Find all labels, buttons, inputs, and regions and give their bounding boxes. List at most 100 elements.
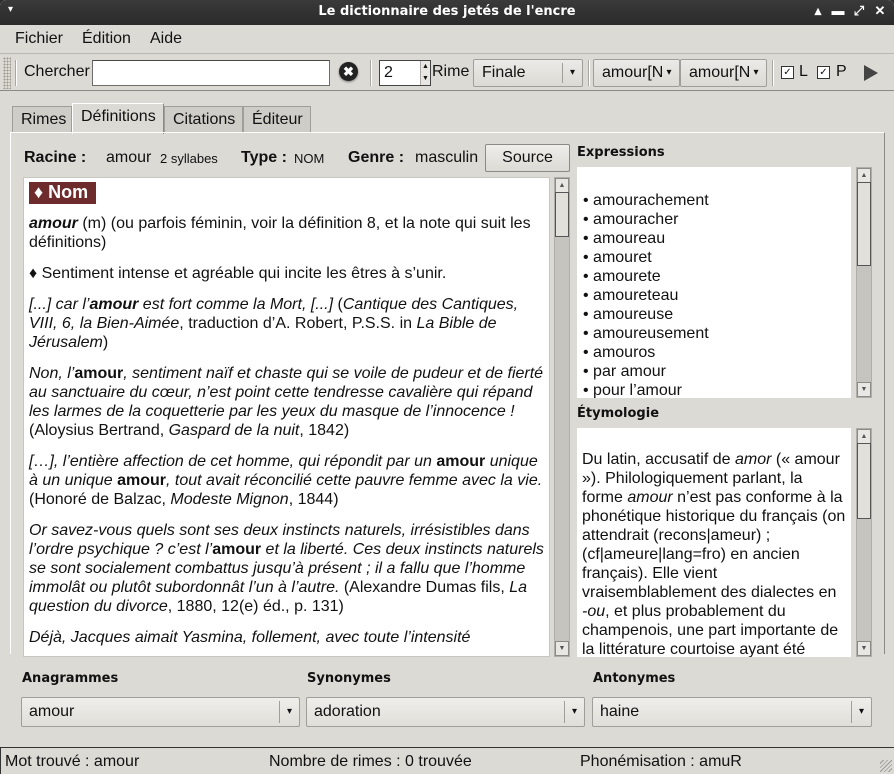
menu-edition[interactable]: Édition [82,30,131,48]
etymologie-text: Du latin, accusatif de amor (« amour »).… [582,451,846,657]
tab-rimes[interactable]: Rimes [12,106,72,133]
racine-label: Racine : [24,149,87,166]
etymologie-scrollbar[interactable]: ▲ ▼ [856,428,872,657]
word-select-2[interactable]: amour[N ▾ [680,59,767,87]
clear-search-icon[interactable]: ✖ [339,62,358,81]
genre-value: masculin [415,149,479,166]
checkbox-l[interactable]: ✓ [781,66,794,79]
app-window: ▾ Le dictionnaire des jetés de l'encre ▴… [0,0,894,774]
shade-icon[interactable]: ▴ [810,3,826,19]
expression-item[interactable]: • amouracher [583,210,845,229]
quote: [...] car l’amour est fort comme la Mort… [29,296,519,351]
expressions-list[interactable]: • amourachement • amouracher • amoureau • a… [577,167,851,398]
type-value: NOM [294,151,325,166]
checkbox-p-label: P [836,63,847,80]
synonymes-value: adoration [314,703,381,720]
toolbar: Chercher ✖ 2 ▲ ▼ Rime Finale ▾ amour[N ▾ … [0,53,894,91]
separator [15,60,17,86]
racine-value: amour [106,149,152,166]
chevron-down-icon: ▾ [279,701,299,723]
anagrammes-value: amour [29,703,75,720]
scroll-thumb[interactable] [857,443,871,519]
chevron-down-icon: ▾ [851,701,871,723]
separator [370,60,372,86]
etymologie-text-area[interactable]: Du latin, accusatif de amor (« amour »).… [577,428,851,657]
search-input[interactable] [92,60,330,86]
menu-bar: Fichier Édition Aide [0,25,894,53]
expression-item[interactable]: • amourete [583,267,845,286]
expression-item[interactable]: • amouros [583,343,845,362]
tab-label: Éditeur [252,111,303,128]
scroll-up-icon[interactable]: ▲ [857,168,871,183]
menu-fichier[interactable]: Fichier [15,30,63,48]
definition-text-area[interactable]: ♦ Nom amour (m) (ou parfois féminin, voi… [23,177,550,657]
stepper-arrows-icon[interactable]: ▲ ▼ [420,61,430,85]
word-select-1[interactable]: amour[N ▾ [593,59,680,87]
menu-aide[interactable]: Aide [150,30,182,48]
expression-item[interactable]: • pour l’amour [583,381,845,398]
status-bar: Mot trouvé : amour Nombre de rimes : 0 t… [0,747,894,774]
definition-sense: ♦ Sentiment intense et agréable qui inci… [29,265,447,282]
close-icon[interactable]: ✕ [872,3,888,19]
expression-item[interactable]: • amouret [583,248,845,267]
checkbox-p[interactable]: ✓ [817,66,830,79]
scroll-down-icon[interactable]: ▼ [555,641,569,656]
minimize-icon[interactable]: ▬ [830,3,846,18]
resize-grip-icon[interactable] [880,760,892,772]
expression-item[interactable]: • amoureusement [583,324,845,343]
quote: Déjà, Jacques aimait Yasmina, follement,… [29,629,471,646]
search-label: Chercher [24,63,90,80]
scroll-thumb[interactable] [555,192,569,237]
quote: Non, l’amour, sentiment naïf et chaste q… [29,365,544,439]
expression-item[interactable]: • amourachement [583,191,845,210]
antonymes-select[interactable]: haine ▾ [592,697,872,727]
tab-label: Citations [173,111,236,128]
tab-definitions[interactable]: Définitions [72,103,164,134]
word-select-1-value: amour[N [602,64,664,81]
toolbar-grip[interactable] [3,57,11,89]
maximize-icon[interactable]: ⤢ [851,3,867,19]
part-of-speech-badge: ♦ Nom [29,182,97,204]
chevron-down-icon: ▾ [562,63,582,83]
genre-label: Genre : [348,149,405,166]
syllable-count-stepper[interactable]: 2 ▲ ▼ [379,60,431,86]
scroll-thumb[interactable] [857,182,871,266]
quote: […], l’entière affection de cet homme, q… [29,453,543,508]
definition-scrollbar[interactable]: ▲ ▼ [554,177,570,657]
expression-item[interactable]: • amoureau [583,229,845,248]
definition-intro: amour (m) (ou parfois féminin, voir la d… [29,215,531,251]
word-select-2-value: amour[N [689,64,751,81]
expressions-title: Expressions [577,145,665,160]
window-title: Le dictionnaire des jetés de l'encre [318,4,576,19]
antonymes-title: Antonymes [593,671,676,686]
type-label: Type : [241,149,287,166]
scroll-up-icon[interactable]: ▲ [857,429,871,444]
expressions-scrollbar[interactable]: ▲ ▼ [856,167,872,398]
scroll-up-icon[interactable]: ▲ [555,178,569,193]
scroll-down-icon[interactable]: ▼ [857,641,871,656]
expression-item[interactable]: • amoureteau [583,286,845,305]
expression-item[interactable]: • amoureuse [583,305,845,324]
syllable-count: 2 syllabes [160,151,218,166]
etymologie-title: Étymologie [577,406,660,421]
status-rimes: Nombre de rimes : 0 trouvée [269,753,472,770]
status-phonemisation: Phonémisation : amuR [580,753,742,770]
anagrammes-title: Anagrammes [22,671,119,686]
scroll-down-icon[interactable]: ▼ [857,382,871,397]
rime-select-value: Finale [482,64,526,81]
expression-item[interactable]: • par amour [583,362,845,381]
tab-citations[interactable]: Citations [164,106,243,133]
title-bar: ▾ Le dictionnaire des jetés de l'encre ▴… [0,0,894,25]
synonymes-select[interactable]: adoration ▾ [306,697,585,727]
anagrammes-select[interactable]: amour ▾ [21,697,300,727]
rime-label: Rime [432,63,470,80]
tab-label: Rimes [21,111,67,128]
rime-select[interactable]: Finale ▾ [473,59,583,87]
separator [772,60,774,86]
play-icon[interactable] [864,65,878,81]
tab-editeur[interactable]: Éditeur [243,106,311,133]
status-mot-trouve: Mot trouvé : amour [5,753,140,770]
source-button[interactable]: Source [485,144,570,172]
separator [588,60,590,86]
stepper-value: 2 [384,64,393,81]
